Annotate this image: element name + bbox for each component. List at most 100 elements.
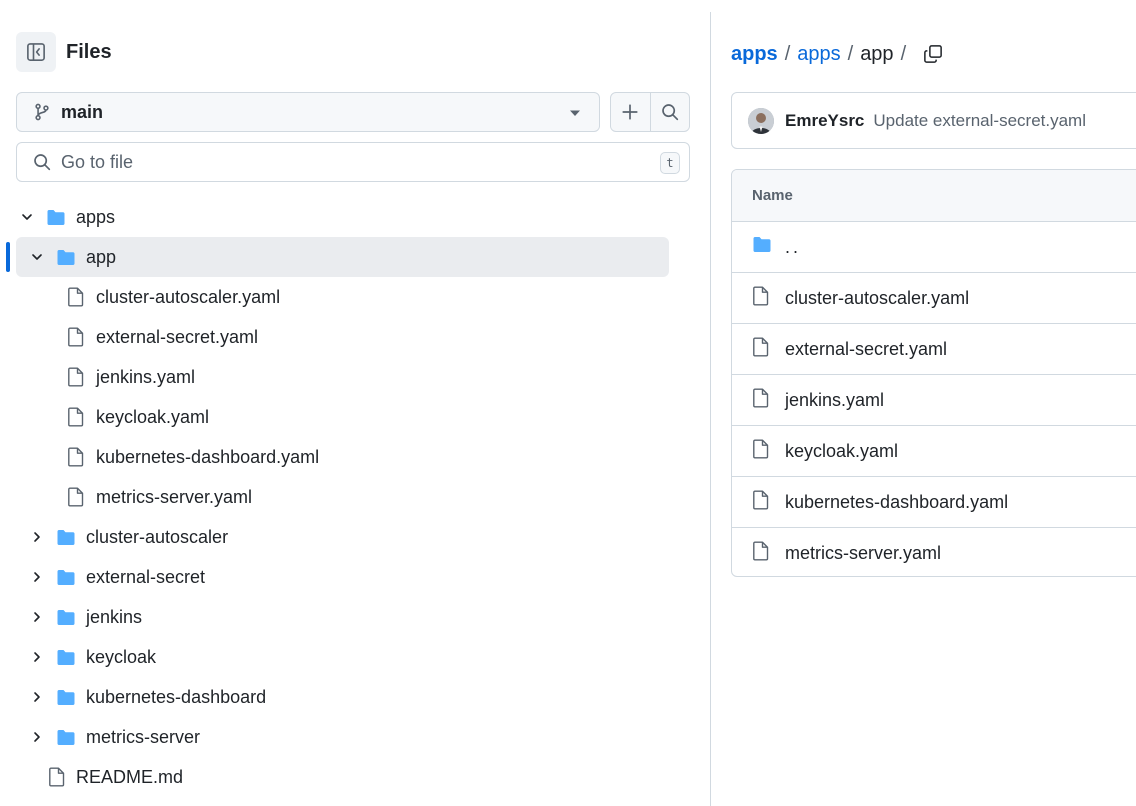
tree-file-keycloak-yaml[interactable]: keycloak.yaml bbox=[0, 397, 710, 437]
folder-icon bbox=[56, 609, 76, 631]
breadcrumb-separator: / bbox=[847, 42, 854, 65]
tree-folder-cluster-autoscaler[interactable]: cluster-autoscaler bbox=[0, 517, 710, 557]
parent-directory-row[interactable]: .. bbox=[732, 222, 1136, 273]
tree-item-label: apps bbox=[76, 206, 116, 227]
files-title: Files bbox=[66, 40, 112, 63]
file-row-kubernetes-dashboard-yaml[interactable]: kubernetes-dashboard.yaml bbox=[732, 477, 1136, 528]
avatar[interactable] bbox=[748, 107, 774, 134]
file-row-label[interactable]: metrics-server.yaml bbox=[785, 543, 941, 564]
copy-icon bbox=[924, 45, 942, 63]
tree-folder-jenkins[interactable]: jenkins bbox=[0, 597, 710, 637]
file-icon bbox=[67, 447, 85, 472]
file-tree-panel: Files main Go to file t apps app cluster… bbox=[0, 0, 710, 806]
latest-commit: EmreYsrc Update external-secret.yaml bbox=[731, 92, 1136, 149]
tree-file-external-secret-yaml[interactable]: external-secret.yaml bbox=[0, 317, 710, 357]
tree-item-label: jenkins bbox=[86, 606, 143, 627]
sidebar-collapse-icon bbox=[27, 43, 45, 61]
folder-icon bbox=[56, 569, 76, 591]
file-icon bbox=[752, 490, 770, 515]
chevron-right-icon[interactable] bbox=[30, 570, 44, 584]
branch-selector[interactable]: main bbox=[16, 92, 600, 132]
triangle-down-icon bbox=[570, 110, 580, 116]
go-to-file-input[interactable]: Go to file t bbox=[16, 142, 690, 182]
tree-file-cluster-autoscaler-yaml[interactable]: cluster-autoscaler.yaml bbox=[0, 277, 710, 317]
file-row-label[interactable]: jenkins.yaml bbox=[785, 390, 884, 411]
tree-item-label: keycloak bbox=[86, 646, 157, 667]
folder-icon bbox=[56, 249, 76, 271]
plus-icon bbox=[622, 104, 638, 120]
file-row-metrics-server-yaml[interactable]: metrics-server.yaml bbox=[732, 528, 1136, 576]
file-row-label[interactable]: .. bbox=[785, 237, 801, 258]
tree-folder-keycloak[interactable]: keycloak bbox=[0, 637, 710, 677]
git-branch-icon bbox=[35, 103, 49, 121]
tree-item-label: app bbox=[86, 246, 117, 267]
chevron-down-icon[interactable] bbox=[20, 210, 34, 224]
file-icon bbox=[752, 388, 770, 413]
tree-folder-metrics-server[interactable]: metrics-server bbox=[0, 717, 710, 757]
file-row-label[interactable]: keycloak.yaml bbox=[785, 441, 898, 462]
branch-name: main bbox=[61, 101, 104, 122]
tree-item-label: README.md bbox=[76, 766, 184, 787]
file-row-label[interactable]: cluster-autoscaler.yaml bbox=[785, 288, 969, 309]
tree-actions bbox=[610, 92, 690, 132]
file-row-label[interactable]: external-secret.yaml bbox=[785, 339, 947, 360]
selected-row-indicator bbox=[6, 242, 10, 272]
chevron-right-icon[interactable] bbox=[30, 690, 44, 704]
folder-icon bbox=[752, 236, 772, 258]
file-icon bbox=[67, 487, 85, 512]
tree-item-label: jenkins.yaml bbox=[96, 366, 196, 387]
sidebar-toggle-button[interactable] bbox=[16, 32, 56, 72]
tree-file-metrics-server-yaml[interactable]: metrics-server.yaml bbox=[0, 477, 710, 517]
tree-item-label: external-secret bbox=[86, 566, 206, 587]
file-tree: apps app cluster-autoscaler.yaml external-s… bbox=[0, 197, 710, 797]
file-icon bbox=[67, 287, 85, 312]
chevron-down-icon[interactable] bbox=[30, 250, 44, 264]
file-row-jenkins-yaml[interactable]: jenkins.yaml bbox=[732, 375, 1136, 426]
copy-path-button[interactable] bbox=[923, 44, 943, 64]
folder-icon bbox=[56, 529, 76, 551]
branch-row: main bbox=[16, 92, 690, 132]
chevron-right-icon[interactable] bbox=[30, 730, 44, 744]
search-button[interactable] bbox=[649, 93, 690, 131]
file-icon bbox=[752, 541, 770, 566]
breadcrumb-separator: / bbox=[784, 42, 791, 65]
tree-folder-app[interactable]: app bbox=[0, 237, 710, 277]
tree-item-label: cluster-autoscaler bbox=[86, 526, 229, 547]
file-icon bbox=[752, 439, 770, 464]
file-icon bbox=[48, 767, 66, 792]
tree-folder-apps[interactable]: apps bbox=[0, 197, 710, 237]
breadcrumb-repo-link[interactable]: apps bbox=[731, 43, 778, 66]
column-header-name: Name bbox=[732, 170, 1136, 222]
file-row-label[interactable]: kubernetes-dashboard.yaml bbox=[785, 492, 1008, 513]
tree-file-kubernetes-dashboard-yaml[interactable]: kubernetes-dashboard.yaml bbox=[0, 437, 710, 477]
files-header: Files bbox=[16, 32, 112, 72]
chevron-right-icon[interactable] bbox=[30, 530, 44, 544]
chevron-right-icon[interactable] bbox=[30, 650, 44, 664]
file-row-cluster-autoscaler-yaml[interactable]: cluster-autoscaler.yaml bbox=[732, 273, 1136, 324]
breadcrumb-folder-link[interactable]: apps bbox=[797, 43, 840, 66]
file-row-external-secret-yaml[interactable]: external-secret.yaml bbox=[732, 324, 1136, 375]
folder-icon bbox=[56, 689, 76, 711]
search-shortcut-key: t bbox=[660, 152, 680, 174]
panel-divider bbox=[710, 12, 711, 806]
tree-item-label: kubernetes-dashboard.yaml bbox=[96, 446, 320, 467]
file-icon bbox=[752, 337, 770, 362]
file-icon bbox=[67, 367, 85, 392]
tree-folder-kubernetes-dashboard[interactable]: kubernetes-dashboard bbox=[0, 677, 710, 717]
search-icon bbox=[661, 104, 678, 121]
tree-item-label: cluster-autoscaler.yaml bbox=[96, 286, 281, 307]
chevron-right-icon[interactable] bbox=[30, 610, 44, 624]
tree-folder-external-secret[interactable]: external-secret bbox=[0, 557, 710, 597]
add-file-button[interactable] bbox=[611, 93, 650, 131]
commit-author[interactable]: EmreYsrc bbox=[785, 111, 864, 131]
file-icon bbox=[67, 407, 85, 432]
commit-message[interactable]: Update external-secret.yaml bbox=[873, 111, 1086, 131]
file-row-keycloak-yaml[interactable]: keycloak.yaml bbox=[732, 426, 1136, 477]
directory-listing: Name .. cluster-autoscaler.yaml external-s… bbox=[731, 169, 1136, 577]
tree-file-jenkins-yaml[interactable]: jenkins.yaml bbox=[0, 357, 710, 397]
breadcrumb-separator: / bbox=[900, 42, 907, 65]
directory-rows: .. cluster-autoscaler.yaml external-secret… bbox=[732, 222, 1136, 576]
tree-item-label: external-secret.yaml bbox=[96, 326, 259, 347]
tree-file-readme-md[interactable]: README.md bbox=[0, 757, 710, 797]
tree-item-label: keycloak.yaml bbox=[96, 406, 210, 427]
